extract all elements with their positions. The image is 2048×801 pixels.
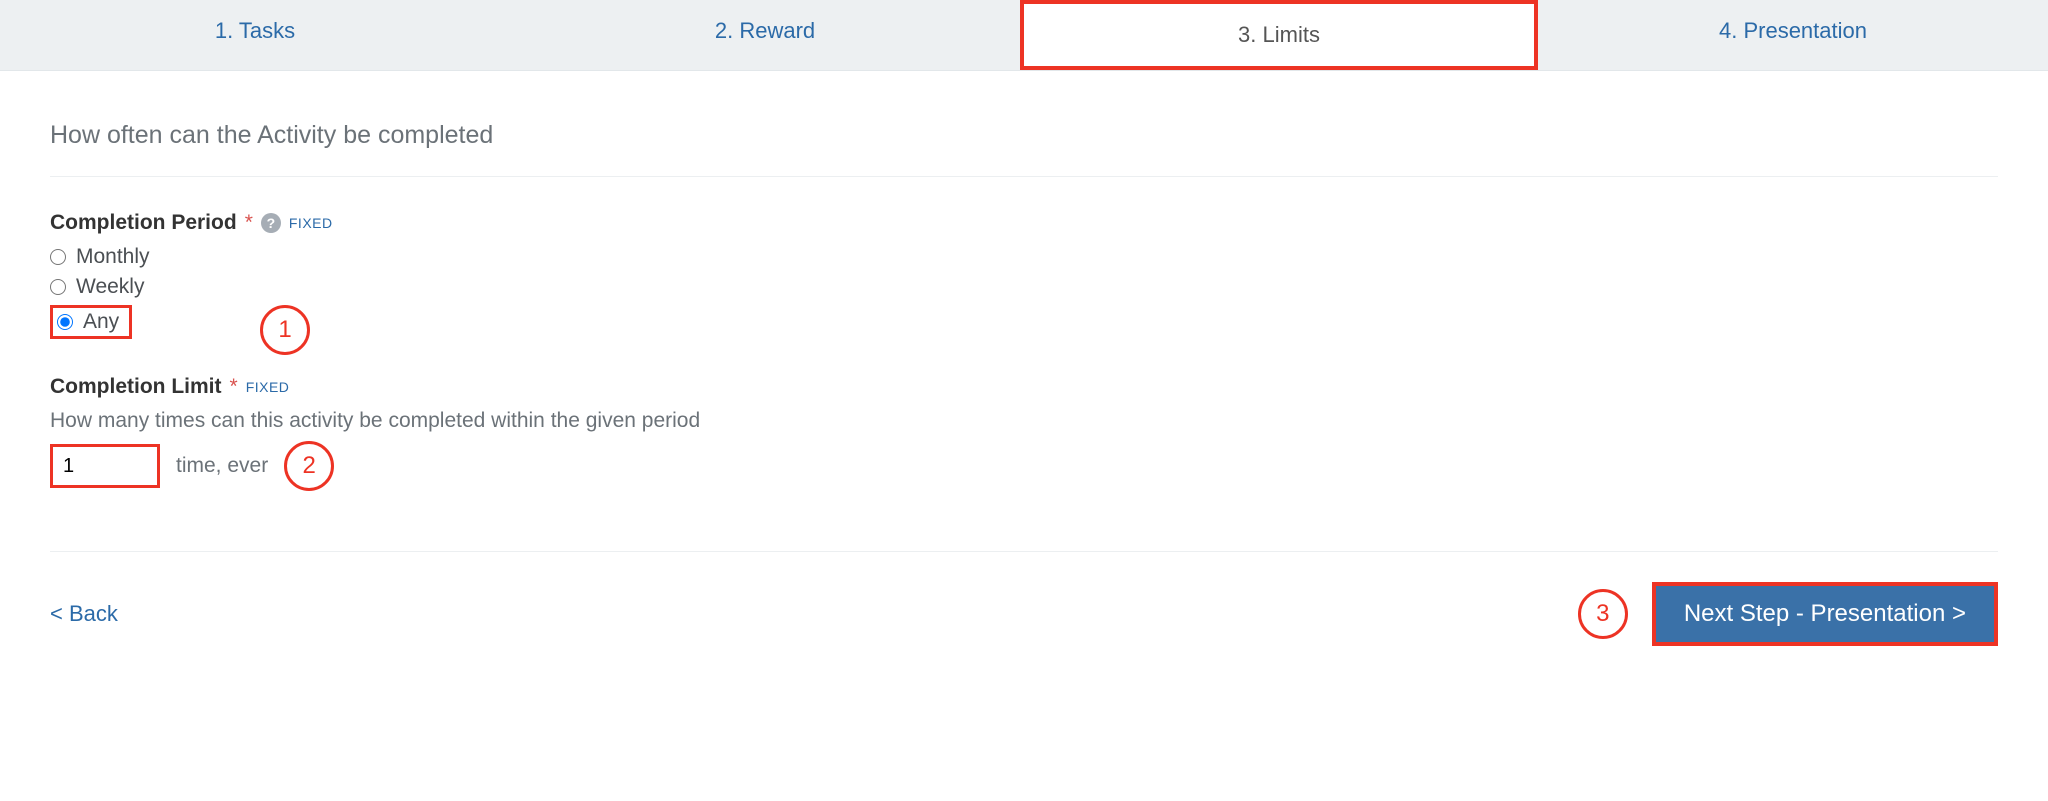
completion-period-label: Completion Period	[50, 211, 237, 235]
wizard-step-tasks[interactable]: 1. Tasks	[0, 0, 510, 70]
content-area: How often can the Activity be completed …	[0, 71, 2048, 686]
completion-limit-help: How many times can this activity be comp…	[50, 409, 1998, 433]
callout-1: 1	[260, 305, 310, 355]
completion-limit-row: time, ever 2	[50, 441, 1998, 491]
completion-limit-label: Completion Limit	[50, 375, 222, 399]
footer: < Back 3 Next Step - Presentation >	[50, 551, 1998, 646]
radio-any-label: Any	[83, 310, 119, 334]
completion-period-block: Completion Period * ? FIXED Monthly Week…	[50, 211, 1998, 345]
next-step-button[interactable]: Next Step - Presentation >	[1652, 582, 1998, 646]
required-mark: *	[230, 375, 238, 399]
back-link[interactable]: < Back	[50, 601, 118, 627]
wizard-step-presentation[interactable]: 4. Presentation	[1538, 0, 2048, 70]
fixed-badge: FIXED	[289, 215, 333, 231]
callout-2: 2	[284, 441, 334, 491]
radio-weekly-label: Weekly	[76, 275, 144, 299]
completion-limit-label-row: Completion Limit * FIXED	[50, 375, 1998, 399]
section-title: How often can the Activity be completed	[50, 121, 1998, 177]
completion-limit-suffix: time, ever	[176, 454, 268, 478]
radio-any-input[interactable]	[57, 314, 73, 330]
required-mark: *	[245, 211, 253, 235]
right-actions: 3 Next Step - Presentation >	[1578, 582, 1998, 646]
wizard-step-limits[interactable]: 3. Limits	[1020, 0, 1538, 70]
completion-limit-block: Completion Limit * FIXED How many times …	[50, 375, 1998, 491]
completion-limit-input[interactable]	[50, 444, 160, 488]
radio-monthly-input[interactable]	[50, 249, 66, 265]
radio-any[interactable]: Any	[50, 305, 132, 339]
fixed-badge: FIXED	[246, 379, 290, 395]
radio-weekly[interactable]: Weekly	[50, 275, 1998, 299]
radio-weekly-input[interactable]	[50, 279, 66, 295]
wizard-header: 1. Tasks 2. Reward 3. Limits 4. Presenta…	[0, 0, 2048, 71]
help-icon[interactable]: ?	[261, 213, 281, 233]
radio-monthly[interactable]: Monthly	[50, 245, 1998, 269]
completion-period-label-row: Completion Period * ? FIXED	[50, 211, 1998, 235]
radio-monthly-label: Monthly	[76, 245, 150, 269]
wizard-step-reward[interactable]: 2. Reward	[510, 0, 1020, 70]
callout-3: 3	[1578, 589, 1628, 639]
